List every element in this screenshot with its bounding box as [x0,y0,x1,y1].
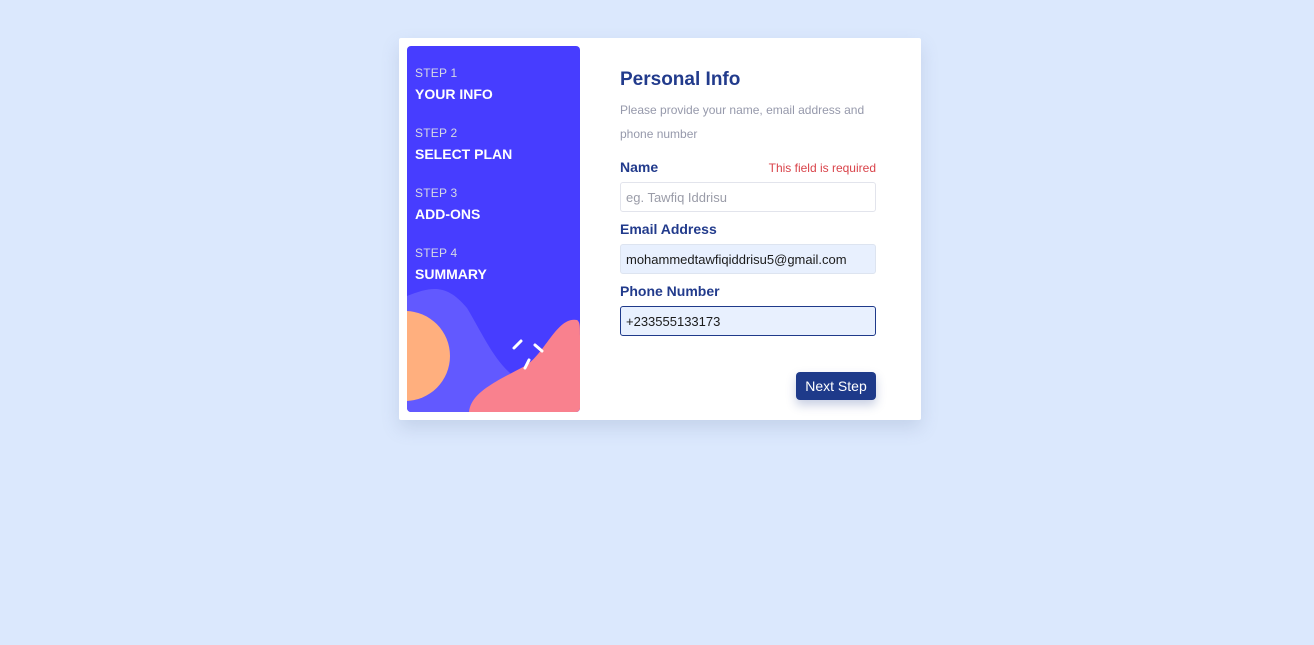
form-card: STEP 1 YOUR INFO STEP 2 SELECT PLAN STEP… [399,38,921,420]
sidebar-step-2[interactable]: STEP 2 SELECT PLAN [415,126,512,163]
sidebar-step-4[interactable]: STEP 4 SUMMARY [415,246,487,283]
name-label: Name [620,159,659,175]
step-title: SELECT PLAN [415,146,513,162]
next-step-button[interactable]: Next Step [796,372,876,400]
step-title: YOUR INFO [415,86,493,102]
phone-input[interactable] [620,306,876,336]
name-error-message: This field is required [768,161,876,175]
sidebar-step-3[interactable]: STEP 3 ADD-ONS [415,186,480,223]
page-subtitle: Please provide your name, email address … [620,103,865,141]
phone-field-group: Phone Number [620,283,876,336]
step-title: ADD-ONS [415,206,481,222]
step-sidebar: STEP 1 YOUR INFO STEP 2 SELECT PLAN STEP… [407,46,580,412]
page-title: Personal Info [620,69,741,90]
personal-info-form: Personal Info Please provide your name, … [620,68,900,146]
sidebar-step-1[interactable]: STEP 1 YOUR INFO [415,66,493,103]
step-title: SUMMARY [415,266,487,282]
name-input[interactable] [620,182,876,212]
phone-label: Phone Number [620,283,720,299]
email-label: Email Address [620,221,717,237]
email-input[interactable] [620,244,876,274]
step-number: STEP 3 [415,186,458,200]
step-number: STEP 4 [415,246,458,260]
email-field-group: Email Address [620,221,876,274]
step-number: STEP 1 [415,66,458,80]
name-field-group: Name This field is required [620,159,876,212]
step-number: STEP 2 [415,126,458,140]
